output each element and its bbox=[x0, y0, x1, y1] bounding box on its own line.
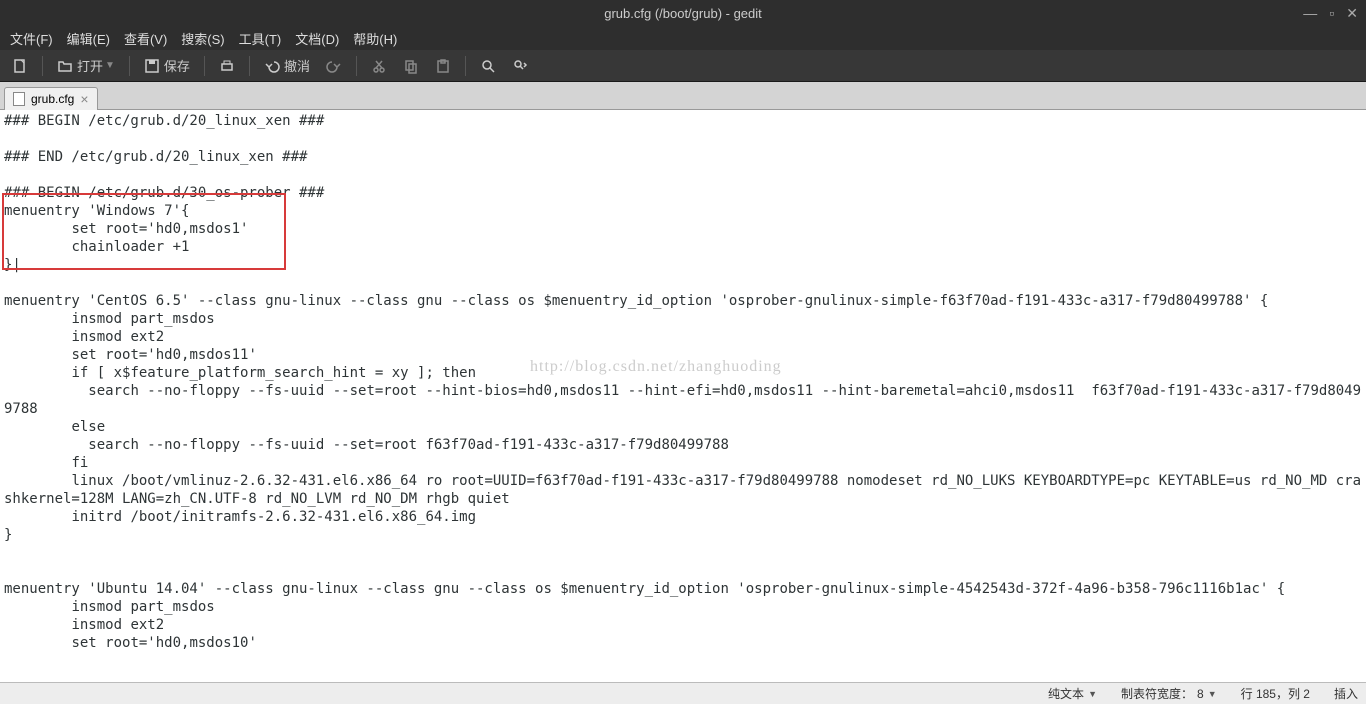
file-icon bbox=[13, 92, 25, 106]
toolbar-separator bbox=[204, 56, 205, 76]
redo-icon bbox=[326, 58, 342, 74]
tabbar: grub.cfg × bbox=[0, 82, 1366, 110]
window-title: grub.cfg (/boot/grub) - gedit bbox=[604, 6, 762, 21]
menubar: 文件(F) 编辑(E) 查看(V) 搜索(S) 工具(T) 文档(D) 帮助(H… bbox=[0, 26, 1366, 50]
dropdown-arrow-icon: ▼ bbox=[1208, 689, 1217, 699]
tabwidth-label: 制表符宽度： bbox=[1121, 685, 1193, 702]
toolbar-separator bbox=[356, 56, 357, 76]
minimize-icon[interactable]: — bbox=[1303, 5, 1317, 22]
menu-edit[interactable]: 编辑(E) bbox=[63, 27, 114, 50]
undo-icon bbox=[264, 58, 280, 74]
dropdown-arrow-icon: ▼ bbox=[105, 60, 115, 71]
find-replace-button[interactable] bbox=[506, 55, 534, 77]
save-icon bbox=[144, 58, 160, 74]
folder-open-icon bbox=[57, 58, 73, 74]
toolbar-separator bbox=[42, 56, 43, 76]
tab-close-icon[interactable]: × bbox=[80, 92, 88, 106]
menu-tools[interactable]: 工具(T) bbox=[235, 27, 286, 50]
menu-view[interactable]: 查看(V) bbox=[120, 27, 171, 50]
new-button[interactable] bbox=[6, 55, 34, 77]
tab-grub-cfg[interactable]: grub.cfg × bbox=[4, 87, 98, 110]
menu-search[interactable]: 搜索(S) bbox=[177, 27, 228, 50]
copy-button[interactable] bbox=[397, 55, 425, 77]
tabwidth-value: 8 bbox=[1197, 687, 1204, 701]
toolbar: 打开 ▼ 保存 撤消 bbox=[0, 50, 1366, 82]
paste-icon bbox=[435, 58, 451, 74]
editor-content[interactable]: ### BEGIN /etc/grub.d/20_linux_xen ### #… bbox=[0, 110, 1366, 654]
titlebar: grub.cfg (/boot/grub) - gedit — ▫ ✕ bbox=[0, 0, 1366, 26]
syntax-selector[interactable]: 纯文本 ▼ bbox=[1048, 685, 1097, 702]
paste-button[interactable] bbox=[429, 55, 457, 77]
cursor-position: 行 185，列 2 bbox=[1241, 685, 1310, 702]
print-icon bbox=[219, 58, 235, 74]
search-replace-icon bbox=[512, 58, 528, 74]
toolbar-separator bbox=[465, 56, 466, 76]
menu-file[interactable]: 文件(F) bbox=[6, 27, 57, 50]
syntax-label: 纯文本 bbox=[1048, 685, 1084, 702]
undo-label: 撤消 bbox=[284, 56, 310, 75]
close-icon[interactable]: ✕ bbox=[1346, 5, 1358, 22]
tabwidth-selector[interactable]: 制表符宽度： 8 ▼ bbox=[1121, 685, 1217, 702]
open-button[interactable]: 打开 ▼ bbox=[51, 53, 121, 78]
tab-label: grub.cfg bbox=[31, 92, 74, 106]
position-text: 行 185，列 2 bbox=[1241, 685, 1310, 702]
save-button[interactable]: 保存 bbox=[138, 53, 196, 78]
undo-button[interactable]: 撤消 bbox=[258, 53, 316, 78]
search-icon bbox=[480, 58, 496, 74]
window-controls: — ▫ ✕ bbox=[1303, 5, 1358, 22]
insert-mode: 插入 bbox=[1334, 685, 1358, 702]
cut-button[interactable] bbox=[365, 55, 393, 77]
mode-text: 插入 bbox=[1334, 685, 1358, 702]
cut-icon bbox=[371, 58, 387, 74]
find-button[interactable] bbox=[474, 55, 502, 77]
menu-documents[interactable]: 文档(D) bbox=[291, 27, 343, 50]
toolbar-separator bbox=[249, 56, 250, 76]
copy-icon bbox=[403, 58, 419, 74]
maximize-icon[interactable]: ▫ bbox=[1329, 5, 1334, 22]
redo-button[interactable] bbox=[320, 55, 348, 77]
toolbar-separator bbox=[129, 56, 130, 76]
print-button[interactable] bbox=[213, 55, 241, 77]
save-label: 保存 bbox=[164, 56, 190, 75]
open-label: 打开 bbox=[77, 56, 103, 75]
editor-area[interactable]: ### BEGIN /etc/grub.d/20_linux_xen ### #… bbox=[0, 110, 1366, 682]
statusbar: 纯文本 ▼ 制表符宽度： 8 ▼ 行 185，列 2 插入 bbox=[0, 682, 1366, 704]
dropdown-arrow-icon: ▼ bbox=[1088, 689, 1097, 699]
menu-help[interactable]: 帮助(H) bbox=[349, 27, 401, 50]
new-file-icon bbox=[12, 58, 28, 74]
